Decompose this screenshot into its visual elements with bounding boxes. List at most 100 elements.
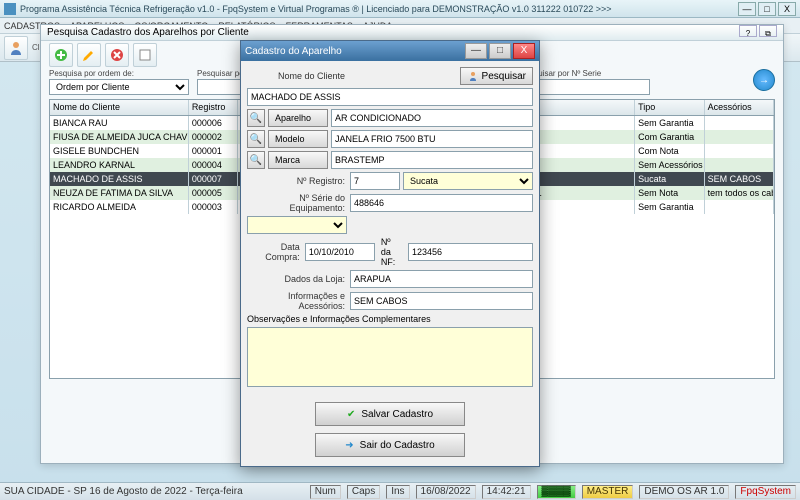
- nf-label: Nº da NF:: [378, 237, 405, 267]
- search-go-button[interactable]: →: [753, 69, 775, 91]
- col-tipo[interactable]: Tipo: [635, 100, 704, 115]
- cell: 000003: [189, 200, 239, 214]
- app-icon: [4, 3, 16, 15]
- modelo-input[interactable]: [331, 130, 533, 148]
- cell: FIUSA DE ALMEIDA JUCA CHAVES: [50, 130, 189, 144]
- status-time: 14:42:21: [482, 485, 531, 499]
- marca-button[interactable]: Marca: [268, 151, 328, 169]
- info-label: Informações e Acessórios:: [247, 291, 347, 311]
- dialog-min-button[interactable]: —: [465, 43, 487, 59]
- nf-input[interactable]: [408, 243, 533, 261]
- clientes-button[interactable]: [4, 36, 28, 60]
- cadastro-dialog: Cadastro do Aparelho — □ X Nome do Clien…: [240, 40, 540, 467]
- obs-textarea[interactable]: [247, 327, 533, 387]
- status-brand: FpqSystem: [735, 485, 796, 499]
- cell: Sucata: [635, 172, 704, 186]
- registro-label: Nº Registro:: [247, 176, 347, 186]
- status-bar: SUA CIDADE - SP 16 de Agosto de 2022 - T…: [0, 482, 800, 500]
- delete-icon[interactable]: [105, 43, 129, 67]
- window-titlebar: Programa Assistência Técnica Refrigeraçã…: [0, 0, 800, 18]
- status-location: SUA CIDADE - SP 16 de Agosto de 2022 - T…: [4, 486, 243, 497]
- cell: Sem Acessórios: [635, 158, 704, 172]
- cell: 000006: [189, 116, 239, 130]
- modelo-button[interactable]: Modelo: [268, 130, 328, 148]
- status-num: Num: [310, 485, 341, 499]
- order-label: Pesquisa por ordem de:: [49, 69, 189, 78]
- status-caps: Caps: [347, 485, 380, 499]
- salvar-button[interactable]: ✔Salvar Cadastro: [315, 402, 465, 426]
- cell: RICARDO ALMEIDA: [50, 200, 189, 214]
- cell: Sem Garantia: [635, 116, 704, 130]
- nome-input[interactable]: [247, 88, 533, 106]
- panel-titlebar: Pesquisa Cadastro dos Aparelhos por Clie…: [41, 25, 783, 41]
- minimize-button[interactable]: —: [738, 2, 756, 16]
- cell: Sem Garantia: [635, 200, 704, 214]
- status-select[interactable]: Sucata: [403, 172, 533, 190]
- cell: LEANDRO KARNAL: [50, 158, 189, 172]
- obs-label: Observações e Informações Complementares: [247, 314, 431, 324]
- loja-label: Dados da Loja:: [247, 274, 347, 284]
- cell: [705, 130, 774, 144]
- edit-icon[interactable]: [77, 43, 101, 67]
- cell: MACHADO DE ASSIS: [50, 172, 189, 186]
- status-master: MASTER: [582, 485, 634, 499]
- cell: Com Nota: [635, 144, 704, 158]
- registro-input[interactable]: [350, 172, 400, 190]
- person-search-icon: [467, 70, 479, 82]
- cell: Sem Nota: [635, 186, 704, 200]
- col-nome[interactable]: Nome do Cliente: [50, 100, 189, 115]
- extra-select[interactable]: [247, 216, 347, 234]
- exit-icon: ➜: [345, 440, 353, 451]
- cell: 000004: [189, 158, 239, 172]
- status-prog1: ▓▓▓▓: [537, 485, 576, 499]
- cell: [705, 158, 774, 172]
- cell: NEUZA DE FATIMA DA SILVA: [50, 186, 189, 200]
- dialog-close-button[interactable]: X: [513, 43, 535, 59]
- col-acess[interactable]: Acessórios: [705, 100, 774, 115]
- status-date: 16/08/2022: [416, 485, 476, 499]
- dialog-titlebar[interactable]: Cadastro do Aparelho — □ X: [241, 41, 539, 61]
- cell: Com Garantia: [635, 130, 704, 144]
- order-select[interactable]: Ordem por Cliente: [49, 79, 189, 95]
- dialog-title: Cadastro do Aparelho: [245, 46, 463, 57]
- aparelho-input[interactable]: [331, 109, 533, 127]
- cell: [705, 116, 774, 130]
- aparelho-search-icon[interactable]: 🔍: [247, 109, 265, 127]
- cell: GISELE BUNDCHEN: [50, 144, 189, 158]
- cell: [705, 144, 774, 158]
- data-label: Data Compra:: [247, 242, 302, 262]
- add-icon[interactable]: [49, 43, 73, 67]
- panel-title: Pesquisa Cadastro dos Aparelhos por Clie…: [47, 25, 737, 40]
- col-registro[interactable]: Registro: [189, 100, 239, 115]
- check-icon: ✔: [347, 409, 355, 420]
- close-button[interactable]: X: [778, 2, 796, 16]
- marca-search-icon[interactable]: 🔍: [247, 151, 265, 169]
- cell: [705, 200, 774, 214]
- modelo-search-icon[interactable]: 🔍: [247, 130, 265, 148]
- serie-input[interactable]: [350, 194, 533, 212]
- maximize-button[interactable]: □: [758, 2, 776, 16]
- loja-input[interactable]: [350, 270, 533, 288]
- cell: SEM CABOS: [705, 172, 774, 186]
- window-title: Programa Assistência Técnica Refrigeraçã…: [20, 4, 736, 14]
- panel-close-button[interactable]: ⧉: [759, 25, 777, 37]
- cell: 000005: [189, 186, 239, 200]
- cell: tem todos os cab: [705, 186, 774, 200]
- nome-label: Nome do Cliente: [247, 71, 347, 81]
- pesquisar-button[interactable]: Pesquisar: [460, 67, 533, 85]
- cell: BIANCA RAU: [50, 116, 189, 130]
- cell: 000001: [189, 144, 239, 158]
- sair-button[interactable]: ➜Sair do Cadastro: [315, 433, 465, 457]
- cell: 000007: [189, 172, 239, 186]
- info-input[interactable]: [350, 292, 533, 310]
- status-ins: Ins: [386, 485, 409, 499]
- export-icon[interactable]: [133, 43, 157, 67]
- marca-input[interactable]: [331, 151, 533, 169]
- cell: 000002: [189, 130, 239, 144]
- data-input[interactable]: [305, 243, 375, 261]
- aparelho-button[interactable]: Aparelho: [268, 109, 328, 127]
- panel-help-button[interactable]: ?: [739, 25, 757, 37]
- dialog-max-button[interactable]: □: [489, 43, 511, 59]
- status-demo: DEMO OS AR 1.0: [639, 485, 729, 499]
- serie-label: Nº Série do Equipamento:: [247, 193, 347, 213]
